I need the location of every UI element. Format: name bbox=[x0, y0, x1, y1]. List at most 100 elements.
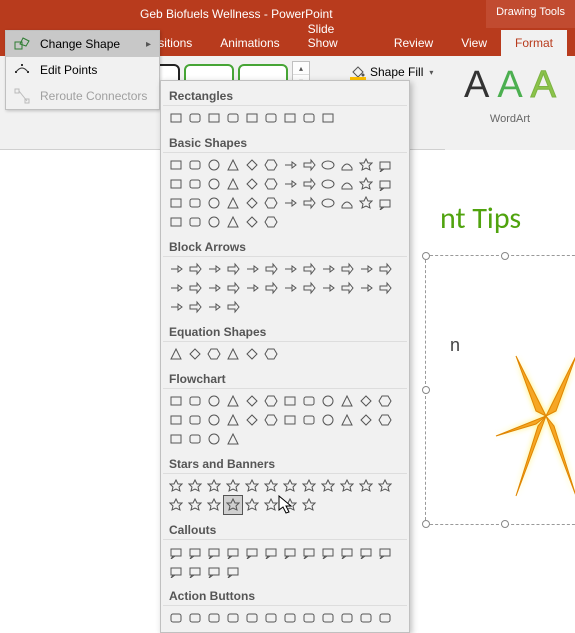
shape-option[interactable] bbox=[186, 194, 204, 212]
shape-option[interactable] bbox=[224, 175, 242, 193]
shape-option[interactable] bbox=[376, 156, 394, 174]
shape-option[interactable] bbox=[262, 156, 280, 174]
shape-option[interactable] bbox=[376, 392, 394, 410]
shape-option[interactable] bbox=[205, 477, 223, 495]
shape-option[interactable] bbox=[262, 392, 280, 410]
shape-option[interactable] bbox=[319, 411, 337, 429]
shape-option[interactable] bbox=[205, 156, 223, 174]
tab-animations[interactable]: Animations bbox=[206, 30, 293, 56]
shape-option[interactable] bbox=[300, 194, 318, 212]
shape-option[interactable] bbox=[167, 392, 185, 410]
shape-option[interactable] bbox=[167, 496, 185, 514]
shape-option[interactable] bbox=[319, 194, 337, 212]
shape-option[interactable] bbox=[167, 562, 185, 580]
shape-option[interactable] bbox=[186, 543, 204, 561]
shape-option[interactable] bbox=[300, 543, 318, 561]
shape-option[interactable] bbox=[243, 109, 261, 127]
shape-option[interactable] bbox=[186, 562, 204, 580]
shape-option[interactable] bbox=[186, 298, 204, 316]
shape-option[interactable] bbox=[357, 260, 375, 278]
shape-option[interactable] bbox=[262, 260, 280, 278]
shape-option[interactable] bbox=[357, 411, 375, 429]
resize-handle[interactable] bbox=[501, 520, 509, 528]
shape-option[interactable] bbox=[167, 543, 185, 561]
shape-option[interactable] bbox=[338, 156, 356, 174]
shape-option[interactable] bbox=[281, 496, 299, 514]
shape-option[interactable] bbox=[319, 156, 337, 174]
shape-option[interactable] bbox=[281, 609, 299, 627]
shape-option[interactable] bbox=[205, 392, 223, 410]
shape-option[interactable] bbox=[357, 477, 375, 495]
shape-option[interactable] bbox=[167, 298, 185, 316]
shape-option[interactable] bbox=[243, 496, 261, 514]
shape-option[interactable] bbox=[224, 543, 242, 561]
shape-option[interactable] bbox=[262, 543, 280, 561]
shape-option[interactable] bbox=[243, 392, 261, 410]
shape-option[interactable] bbox=[300, 477, 318, 495]
shape-option[interactable] bbox=[300, 260, 318, 278]
shape-option[interactable] bbox=[281, 477, 299, 495]
shape-option[interactable] bbox=[357, 392, 375, 410]
shape-option[interactable] bbox=[357, 279, 375, 297]
shape-option[interactable] bbox=[224, 392, 242, 410]
shape-option[interactable] bbox=[186, 496, 204, 514]
shape-option[interactable] bbox=[224, 430, 242, 448]
selected-shape-sun[interactable] bbox=[425, 255, 575, 525]
shape-option[interactable] bbox=[224, 345, 242, 363]
shape-option[interactable] bbox=[262, 477, 280, 495]
shape-option[interactable] bbox=[376, 279, 394, 297]
shape-option[interactable] bbox=[376, 175, 394, 193]
tab-format[interactable]: Format bbox=[501, 30, 567, 56]
shape-option[interactable] bbox=[319, 109, 337, 127]
shape-option[interactable] bbox=[338, 411, 356, 429]
shape-option[interactable] bbox=[300, 609, 318, 627]
shape-option[interactable] bbox=[167, 609, 185, 627]
shape-option[interactable] bbox=[338, 175, 356, 193]
shape-option[interactable] bbox=[243, 260, 261, 278]
shape-option[interactable] bbox=[376, 477, 394, 495]
shape-option[interactable] bbox=[205, 543, 223, 561]
shape-option[interactable] bbox=[338, 279, 356, 297]
shape-option[interactable] bbox=[243, 175, 261, 193]
tab-review[interactable]: Review bbox=[380, 30, 447, 56]
shape-option[interactable] bbox=[224, 156, 242, 174]
wordart-sample-a1[interactable]: A bbox=[464, 64, 489, 107]
shape-option[interactable] bbox=[243, 543, 261, 561]
shape-option[interactable] bbox=[167, 279, 185, 297]
shape-option[interactable] bbox=[281, 279, 299, 297]
shape-option[interactable] bbox=[205, 411, 223, 429]
slide-title-text[interactable]: nt Tips bbox=[440, 200, 521, 237]
shape-option[interactable] bbox=[205, 562, 223, 580]
shape-option[interactable] bbox=[224, 213, 242, 231]
slide-canvas[interactable]: nt Tips n bbox=[420, 155, 575, 620]
shape-option[interactable] bbox=[281, 175, 299, 193]
shape-option[interactable] bbox=[167, 260, 185, 278]
shape-option[interactable] bbox=[205, 260, 223, 278]
shape-option[interactable] bbox=[262, 279, 280, 297]
shape-option[interactable] bbox=[300, 175, 318, 193]
shape-fill-button[interactable]: Shape Fill bbox=[345, 62, 438, 82]
shape-option[interactable] bbox=[243, 609, 261, 627]
shape-option[interactable] bbox=[243, 279, 261, 297]
shape-option[interactable] bbox=[262, 496, 280, 514]
shape-option[interactable] bbox=[338, 260, 356, 278]
resize-handle[interactable] bbox=[422, 520, 430, 528]
shape-option[interactable] bbox=[186, 609, 204, 627]
shape-option[interactable] bbox=[357, 543, 375, 561]
shape-option[interactable] bbox=[300, 496, 318, 514]
shape-option[interactable] bbox=[319, 609, 337, 627]
shape-option[interactable] bbox=[319, 279, 337, 297]
shape-option[interactable] bbox=[224, 562, 242, 580]
tab-slideshow[interactable]: Slide Show bbox=[294, 16, 380, 56]
shape-option[interactable] bbox=[186, 156, 204, 174]
shape-option[interactable] bbox=[338, 194, 356, 212]
shape-option[interactable] bbox=[281, 543, 299, 561]
shape-option[interactable] bbox=[205, 430, 223, 448]
shape-option[interactable] bbox=[281, 260, 299, 278]
shape-option[interactable] bbox=[319, 175, 337, 193]
shape-option[interactable] bbox=[262, 411, 280, 429]
shape-option[interactable] bbox=[319, 260, 337, 278]
resize-handle[interactable] bbox=[501, 252, 509, 260]
shape-option[interactable] bbox=[167, 213, 185, 231]
shape-option[interactable] bbox=[186, 477, 204, 495]
